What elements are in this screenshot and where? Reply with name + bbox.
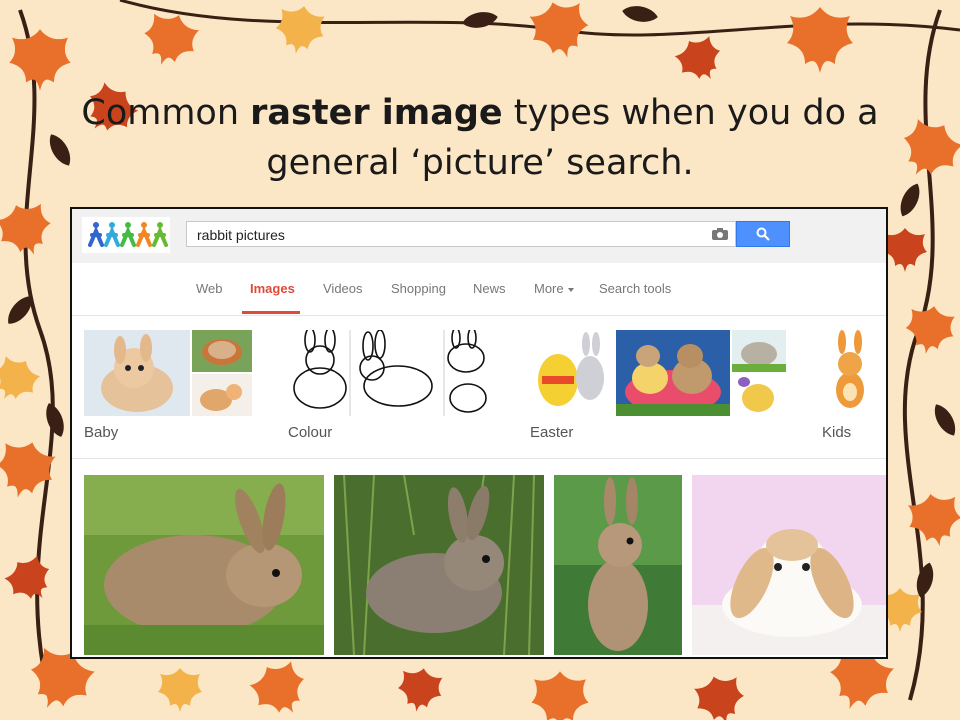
- category-label: Colour: [288, 424, 333, 441]
- wild-rabbit-in-grass-image: [334, 475, 544, 655]
- category-baby[interactable]: Baby: [84, 330, 252, 441]
- tab-more[interactable]: More: [534, 281, 574, 296]
- related-categories: Baby Colour Easter Kids: [72, 316, 886, 459]
- tab-web[interactable]: Web: [196, 281, 223, 296]
- category-label: Baby: [84, 424, 119, 441]
- result-image-2[interactable]: [334, 475, 544, 655]
- search-tabs: Web Images Videos Shopping News More Sea…: [72, 263, 886, 316]
- title-emphasis: raster image: [250, 93, 503, 133]
- tab-images[interactable]: Images: [250, 281, 295, 296]
- brown-rabbit-on-grass-image: [84, 475, 324, 655]
- category-kids[interactable]: Kids: [822, 330, 884, 441]
- tab-news[interactable]: News: [473, 281, 506, 296]
- category-label: Easter: [530, 424, 574, 441]
- result-image-3[interactable]: [554, 475, 682, 655]
- image-results: [72, 459, 886, 657]
- search-input[interactable]: rabbit pictures: [186, 221, 736, 247]
- active-tab-underline: [242, 311, 300, 314]
- tab-more-label: More: [534, 281, 564, 296]
- colouring-rabbit-thumbnails: [288, 330, 494, 416]
- search-button[interactable]: [736, 221, 790, 247]
- result-image-1[interactable]: [84, 475, 324, 655]
- kids-rabbit-thumbnail: [822, 330, 884, 416]
- magnifier-icon: [756, 227, 770, 241]
- category-easter[interactable]: Easter: [530, 330, 786, 441]
- caret-down-icon: [567, 287, 574, 292]
- tab-shopping[interactable]: Shopping: [391, 281, 446, 296]
- tab-videos[interactable]: Videos: [323, 281, 363, 296]
- search-query-text: rabbit pictures: [197, 227, 285, 243]
- slide-title: Common raster image types when you do a …: [70, 88, 890, 188]
- lop-eared-rabbit-image: [692, 475, 886, 655]
- title-part-1: Common: [81, 93, 251, 133]
- search-results-screenshot: rabbit pictures Web Images Videos Shoppi…: [70, 207, 888, 659]
- result-image-4[interactable]: [692, 475, 886, 655]
- baby-rabbit-thumbnails: [84, 330, 252, 416]
- tab-search-tools[interactable]: Search tools: [599, 281, 671, 296]
- category-label: Kids: [822, 424, 852, 441]
- sitting-rabbit-image: [554, 475, 682, 655]
- category-colour[interactable]: Colour: [288, 330, 494, 441]
- search-header: rabbit pictures: [72, 209, 886, 263]
- people-logo-icon[interactable]: [82, 217, 170, 253]
- camera-icon[interactable]: [711, 227, 729, 241]
- easter-rabbit-thumbnails: [530, 330, 786, 416]
